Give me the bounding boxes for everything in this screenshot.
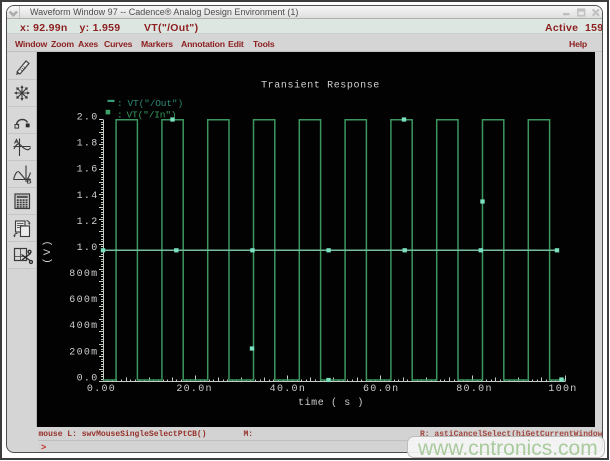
svg-text:VT("/In"): VT("/In") [127, 109, 177, 120]
svg-text:2.0: 2.0 [77, 112, 99, 123]
svg-text:1.6: 1.6 [77, 164, 99, 175]
svg-text:100n: 100n [548, 383, 577, 394]
svg-text:600m: 600m [69, 295, 98, 306]
svg-text::: : [117, 109, 123, 120]
svg-text:200m: 200m [69, 347, 98, 358]
svg-text:Transient Response: Transient Response [261, 79, 380, 91]
svg-text:0.00: 0.00 [87, 383, 116, 394]
svg-text:VT("/Out"): VT("/Out") [128, 97, 184, 108]
svg-text:80.0n: 80.0n [456, 383, 493, 394]
svg-text:(V): (V) [42, 238, 54, 264]
svg-text:1.4: 1.4 [77, 190, 99, 201]
svg-text:40.0n: 40.0n [270, 383, 307, 394]
svg-text:800m: 800m [69, 269, 98, 280]
svg-text::: : [117, 97, 123, 108]
svg-text:time ( s ): time ( s ) [298, 396, 364, 408]
svg-text:1.2: 1.2 [77, 216, 99, 227]
svg-text:1.0: 1.0 [77, 242, 99, 253]
svg-text:20.0n: 20.0n [176, 383, 213, 394]
svg-text:B: B [26, 179, 31, 186]
svg-text:1.8: 1.8 [77, 138, 99, 149]
svg-text:60.0n: 60.0n [363, 383, 400, 394]
svg-text:400m: 400m [69, 321, 98, 332]
svg-text:0.0: 0.0 [77, 373, 99, 384]
